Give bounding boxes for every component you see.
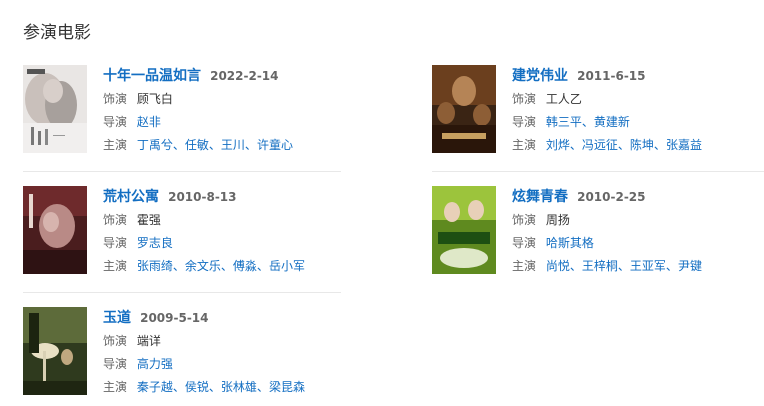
role-value: 霍强: [136, 213, 161, 227]
cast-link[interactable]: 尚悦: [546, 259, 570, 273]
role-label: 饰演: [512, 213, 537, 227]
cast-link[interactable]: 侯锐: [185, 380, 209, 394]
movie-date: 2010-8-13: [168, 190, 237, 204]
movie-title-link[interactable]: 十年一品温如言: [103, 68, 201, 84]
movie-poster[interactable]: [432, 65, 496, 153]
movie-card: 炫舞青春 2010-2-25 饰演 周扬 导演 哈斯其格 主演 尚悦、王梓桐、王…: [432, 186, 752, 278]
cast-link[interactable]: 王梓桐: [582, 259, 618, 273]
separator: 、: [665, 259, 678, 273]
separator: 、: [256, 259, 269, 273]
movie-poster[interactable]: [432, 186, 496, 274]
cast-link[interactable]: 任敏: [185, 138, 209, 152]
separator: 、: [569, 138, 582, 152]
cast-link[interactable]: 张嘉益: [666, 138, 702, 152]
cast-link[interactable]: 梁昆森: [269, 380, 305, 394]
separator: 、: [172, 380, 185, 394]
section-title: 参演电影: [23, 23, 91, 43]
separator: 、: [208, 138, 221, 152]
cast-link[interactable]: 王川: [221, 138, 245, 152]
separator: 、: [244, 138, 257, 152]
movie-date: 2022-2-14: [210, 69, 279, 83]
cast-label: 主演: [512, 259, 537, 273]
cast-link[interactable]: 刘烨: [546, 138, 570, 152]
director-label: 导演: [103, 115, 128, 129]
role-value: 端详: [136, 334, 161, 348]
separator: 、: [569, 259, 582, 273]
cast-link[interactable]: 张林雄: [221, 380, 257, 394]
director-link[interactable]: 赵非: [137, 115, 161, 129]
cast-link[interactable]: 冯远征: [582, 138, 618, 152]
cast-label: 主演: [103, 380, 128, 394]
movie-title-link[interactable]: 炫舞青春: [512, 189, 568, 205]
separator: 、: [617, 138, 630, 152]
director-link[interactable]: 哈斯其格: [546, 236, 594, 250]
cast-link[interactable]: 王亚军: [630, 259, 666, 273]
director-link[interactable]: 韩三平: [546, 115, 582, 129]
separator: 、: [256, 380, 269, 394]
movie-card: 荒村公寓 2010-8-13 饰演 霍强 导演 罗志良 主演 张雨绮、余文乐、傅…: [23, 186, 343, 278]
movie-date: 2009-5-14: [140, 311, 209, 325]
divider: [23, 292, 341, 293]
cast-link[interactable]: 丁禹兮: [137, 138, 173, 152]
role-label: 饰演: [103, 213, 128, 227]
cast-label: 主演: [103, 259, 128, 273]
separator: 、: [653, 138, 666, 152]
role-value: 工人乙: [545, 92, 582, 106]
cast-link[interactable]: 傅淼: [233, 259, 257, 273]
cast-link[interactable]: 余文乐: [185, 259, 221, 273]
movie-date: 2010-2-25: [577, 190, 646, 204]
separator: 、: [172, 138, 185, 152]
role-label: 饰演: [103, 334, 128, 348]
role-label: 饰演: [512, 92, 537, 106]
separator: 、: [220, 259, 233, 273]
director-link[interactable]: 罗志良: [137, 236, 173, 250]
movie-title-link[interactable]: 玉道: [103, 310, 131, 326]
role-value: 周扬: [545, 213, 570, 227]
cast-label: 主演: [103, 138, 128, 152]
cast-link[interactable]: 张雨绮: [137, 259, 173, 273]
director-label: 导演: [512, 236, 537, 250]
movie-poster[interactable]: [23, 186, 87, 274]
cast-label: 主演: [512, 138, 537, 152]
cast-link[interactable]: 陈坤: [630, 138, 654, 152]
movie-card: 建党伟业 2011-6-15 饰演 工人乙 导演 韩三平、黄建新 主演 刘烨、冯…: [432, 65, 752, 157]
movie-card: 玉道 2009-5-14 饰演 端详 导演 高力强 主演 秦子越、侯锐、张林雄、…: [23, 307, 343, 399]
cast-link[interactable]: 尹键: [678, 259, 702, 273]
cast-link[interactable]: 许童心: [257, 138, 293, 152]
role-value: 顾飞白: [136, 92, 173, 106]
movie-date: 2011-6-15: [577, 69, 646, 83]
director-link[interactable]: 高力强: [137, 357, 173, 371]
separator: 、: [208, 380, 221, 394]
director-label: 导演: [103, 236, 128, 250]
separator: 、: [581, 115, 594, 129]
divider: [23, 171, 341, 172]
movie-title-link[interactable]: 荒村公寓: [103, 189, 159, 205]
divider: [432, 171, 764, 172]
cast-link[interactable]: 岳小军: [269, 259, 305, 273]
cast-link[interactable]: 秦子越: [137, 380, 173, 394]
role-label: 饰演: [103, 92, 128, 106]
director-label: 导演: [512, 115, 537, 129]
director-label: 导演: [103, 357, 128, 371]
movie-poster[interactable]: [23, 307, 87, 395]
movie-title-link[interactable]: 建党伟业: [512, 68, 568, 84]
director-link[interactable]: 黄建新: [594, 115, 630, 129]
separator: 、: [617, 259, 630, 273]
separator: 、: [172, 259, 185, 273]
movie-poster[interactable]: [23, 65, 87, 153]
movie-card: 十年一品温如言 2022-2-14 饰演 顾飞白 导演 赵非 主演 丁禹兮、任敏…: [23, 65, 343, 157]
